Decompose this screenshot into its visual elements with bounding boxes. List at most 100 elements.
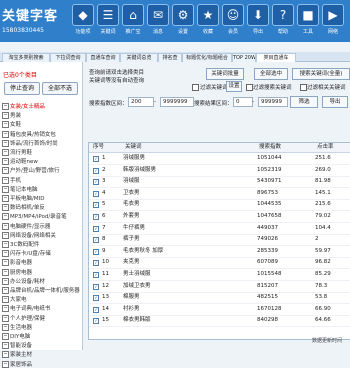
search-range-to[interactable]: 9999999 [160,97,194,107]
table-row[interactable]: ✓ 6 外套男 1047658 79.02 [89,211,350,223]
toolbar-button-4[interactable]: ⚙ 设置 [170,4,196,38]
export-button[interactable]: 导出 [322,96,348,108]
collapse-icon[interactable]: − [2,305,9,313]
row-checkbox[interactable]: ✓ [93,318,99,325]
row-checkbox[interactable]: ✓ [93,237,99,244]
category-item[interactable]: 电脑硬件/显示器 [10,222,50,230]
category-item[interactable]: 个人护理/保健 [10,314,45,322]
search-range-from[interactable]: 200 [128,97,154,107]
filter-search-checkbox[interactable] [246,84,253,91]
collapse-icon[interactable]: − [2,121,9,129]
tab-4[interactable]: 排名查 [158,53,182,62]
row-checkbox[interactable]: ✓ [93,202,99,209]
toolbar-button-6[interactable]: ☺ 会员 [220,4,246,38]
category-item[interactable]: 手机 [10,176,21,184]
select-all-button[interactable]: 全部选中 [254,68,288,80]
category-item[interactable]: 电子词典/电纸书 [10,304,50,312]
category-item[interactable]: 影音电器 [10,258,32,266]
collapse-icon[interactable]: − [2,250,9,258]
category-item[interactable]: 家装主材 [10,350,32,358]
category-item[interactable]: 品牌台机/品牌一体机/服务器 [10,286,80,294]
table-row[interactable]: ✓ 2 韩版羽绒服男 1052319 269.0 [89,165,350,177]
collapse-icon[interactable]: − [2,351,9,359]
row-checkbox[interactable]: ✓ [93,167,99,174]
toolbar-button-9[interactable]: ■ 工具 [295,4,321,38]
collapse-icon[interactable]: − [2,176,9,184]
collapse-icon[interactable]: − [2,158,9,166]
category-item[interactable]: 流行男鞋 [10,148,32,156]
row-checkbox[interactable]: ✓ [93,260,99,267]
table-row[interactable]: ✓ 8 裤子男 749026 2 [89,234,350,247]
table-row[interactable]: ✓ 5 毛衣男 1044535 215.6 [89,199,350,212]
row-checkbox[interactable]: ✓ [93,179,99,186]
filter-keyword-checkbox[interactable] [192,84,199,91]
row-checkbox[interactable]: ✓ [93,283,99,290]
collapse-icon[interactable]: − [2,204,9,212]
collapse-icon[interactable]: − [2,213,9,221]
collapse-icon[interactable]: − [2,333,9,340]
category-item[interactable]: 女鞋 [10,120,21,128]
collapse-icon[interactable]: − [2,130,9,138]
row-checkbox[interactable]: ✓ [93,225,99,232]
category-item[interactable]: 家居饰品 [10,360,32,368]
tab-2[interactable]: 直通车查询 [86,53,120,62]
table-row[interactable]: ✓ 11 男士羽绒服 1015548 85.29 [89,269,350,281]
category-item[interactable]: 数码相机/单反 [10,203,45,211]
collapse-icon[interactable]: − [2,195,9,202]
toolbar-button-10[interactable]: ▶ 网络 [320,4,346,38]
toolbar-button-3[interactable]: ✉ 消息 [145,4,171,38]
collapse-icon[interactable]: − [2,277,9,285]
category-item[interactable]: 网络设备/网络相关 [10,231,56,239]
toolbar-button-8[interactable]: ? 帮助 [270,4,296,38]
collapse-icon[interactable]: − [2,287,9,294]
category-item[interactable]: 户外/登山/野营/旅行 [10,166,60,174]
row-checkbox[interactable]: ✓ [93,272,99,278]
column-header[interactable]: 序号 [91,143,107,152]
tab-1[interactable]: 下拉词查询 [50,53,86,62]
row-checkbox[interactable]: ✓ [93,306,99,313]
tab-6[interactable]: TOP 20W [232,53,256,62]
column-header[interactable]: 点击率 [315,143,347,152]
tab-3[interactable]: 关键词总览 [120,53,158,62]
collapse-icon[interactable]: − [2,323,9,331]
toolbar-button-1[interactable]: ☰ 关键词 [95,4,121,38]
collapse-icon[interactable]: − [2,167,9,175]
row-checkbox[interactable]: ✓ [93,156,99,162]
search-keyword-button[interactable]: 搜索关键词(全量) [292,68,350,80]
collapse-icon[interactable]: − [2,222,9,230]
filter-button[interactable]: 筛选 [290,96,318,108]
category-item[interactable]: DIY电脑 [10,332,30,340]
result-range-from[interactable]: 0 [233,97,253,107]
table-row[interactable]: ✓ 9 毛衣男秋冬 加厚 285339 59.97 [89,246,350,258]
collapse-icon[interactable]: − [2,342,9,350]
column-header[interactable]: 搜索指数 [257,143,299,152]
collapse-icon[interactable]: − [2,314,9,322]
row-checkbox[interactable]: ✓ [93,214,99,220]
row-checkbox[interactable]: ✓ [93,190,99,197]
filter-related-checkbox[interactable] [300,84,307,91]
stop-query-button[interactable]: 停止查询 [4,82,40,95]
tab-7[interactable]: 类目直通车 [256,53,296,62]
category-item[interactable]: 智能设备 [10,341,32,349]
collapse-icon[interactable]: − [2,296,9,304]
toolbar-button-7[interactable]: ⬇ 导出 [245,4,271,38]
category-item[interactable]: 女装/女士精品 [10,102,45,110]
batch-keyword-button[interactable]: 关键词批量 [206,68,244,80]
table-row[interactable]: ✓ 13 棉服男 482515 53.8 [89,292,350,305]
table-row[interactable]: ✓ 3 羽绒服 5430971 81.98 [89,176,350,189]
collapse-icon[interactable]: − [2,139,9,147]
table-row[interactable]: ✓ 7 牛仔裤男 449037 104.4 [89,223,350,235]
tab-0[interactable]: 淘宝多类别搜索 [2,53,50,62]
category-item[interactable]: 男装 [10,111,21,119]
category-item[interactable]: MP3/MP4/iPod/录音笔 [10,212,67,220]
category-item[interactable]: 闪存卡/U盘/存储 [10,249,51,257]
collapse-icon[interactable]: − [2,112,9,120]
category-item[interactable]: 生活电器 [10,323,32,331]
table-row[interactable]: ✓ 14 衬衫男 1670128 66.90 [89,304,350,316]
column-header[interactable]: 关键词 [123,143,185,152]
toolbar-button-5[interactable]: ★ 收藏 [195,4,221,38]
row-checkbox[interactable]: ✓ [93,248,99,255]
table-row[interactable]: ✓ 4 卫衣男 896753 145.1 [89,188,350,200]
category-item[interactable]: 笔记本电脑 [10,185,38,193]
category-item[interactable]: 运动鞋new [10,157,38,165]
